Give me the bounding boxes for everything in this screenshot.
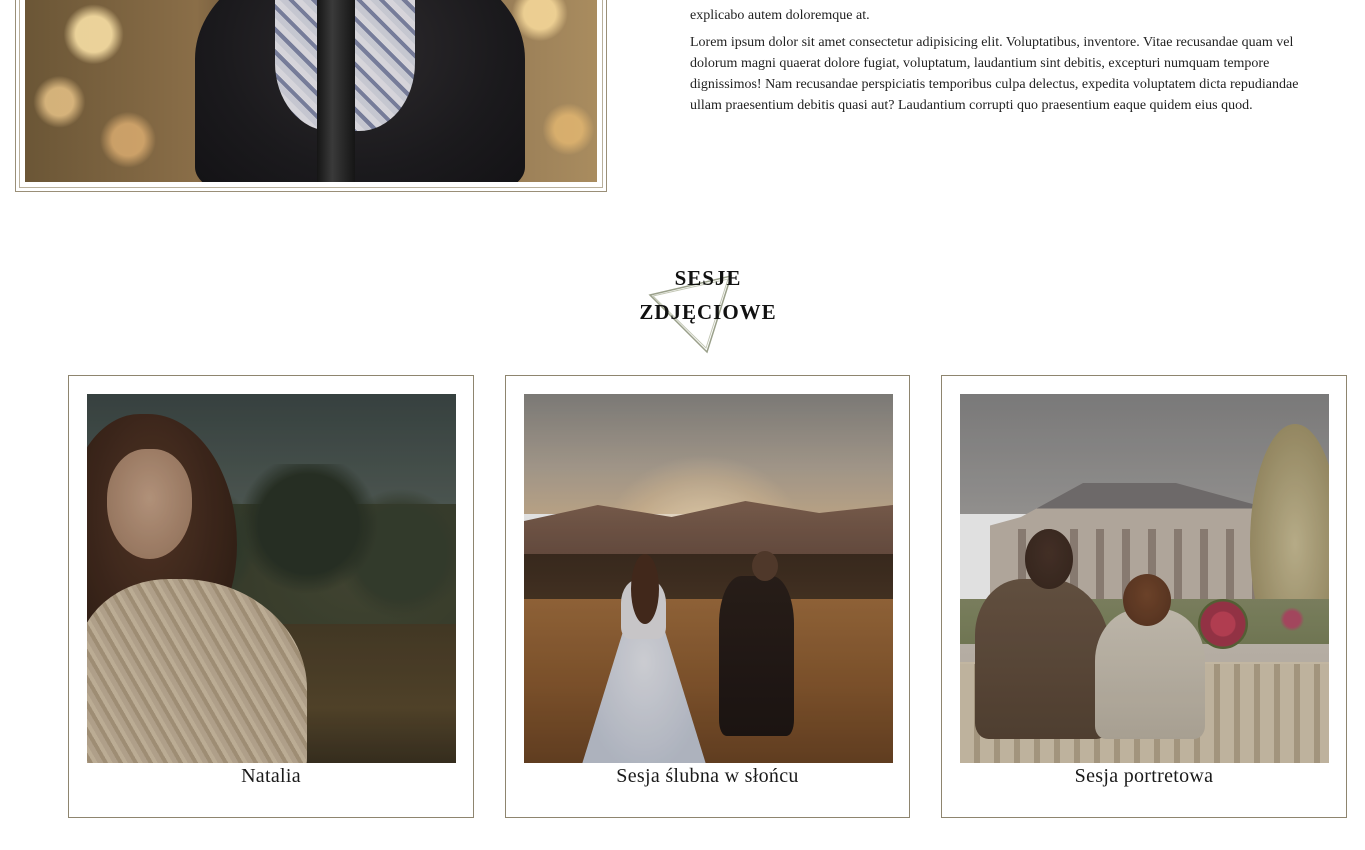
session-card-natalia[interactable]: Natalia — [68, 375, 474, 818]
session-caption[interactable]: Natalia — [69, 765, 473, 788]
session-photo[interactable] — [87, 394, 456, 763]
section-title-line1: SESJE — [674, 266, 742, 290]
featured-photo — [25, 0, 597, 182]
intro-partial-line: explicabo autem doloremque at. — [690, 8, 870, 23]
session-card-portrait[interactable]: Sesja portretowa — [941, 375, 1347, 818]
section-heading: SESJE ZDJĘCIOWE — [608, 258, 808, 358]
section-title-line2: ZDJĘCIOWE — [639, 300, 777, 324]
featured-photo-frame — [15, 0, 607, 192]
session-card-wedding[interactable]: Sesja ślubna w słońcu — [505, 375, 910, 818]
intro-paragraph: Lorem ipsum dolor sit amet consectetur a… — [690, 35, 1299, 113]
session-photo[interactable] — [960, 394, 1329, 763]
session-caption[interactable]: Sesja portretowa — [942, 765, 1346, 788]
intro-text-block: explicabo autem doloremque at. Lorem ips… — [690, 5, 1330, 122]
session-photo[interactable] — [524, 394, 893, 763]
session-caption[interactable]: Sesja ślubna w słońcu — [506, 765, 909, 788]
section-title: SESJE ZDJĘCIOWE — [608, 261, 808, 329]
